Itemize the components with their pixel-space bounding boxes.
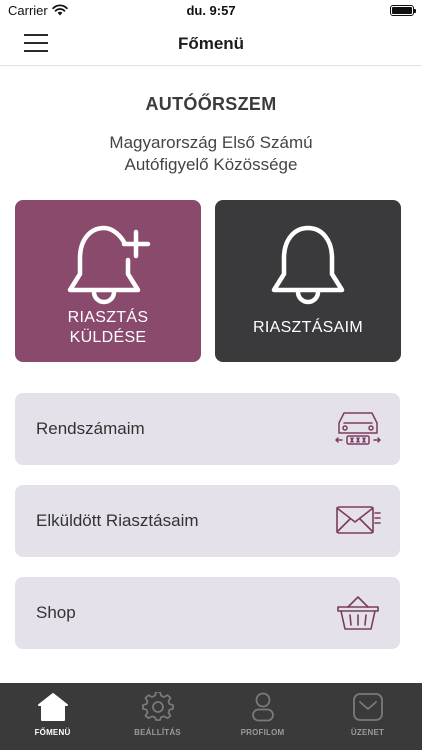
tab-home-label: FŐMENÜ [34, 728, 71, 737]
battery-icon [390, 5, 416, 16]
tab-profile[interactable]: PROFILOM [210, 683, 315, 750]
basket-icon [337, 596, 379, 630]
tab-home[interactable]: FŐMENÜ [0, 683, 105, 750]
app-tagline: Magyarország Első Számú Autófigyelő Közö… [60, 132, 362, 176]
bottom-tab-bar: FŐMENÜ BEÁLLÍTÁS PROFILOM ÜZENET [0, 683, 422, 750]
tab-profile-label: PROFILOM [240, 728, 285, 737]
page-title: Főmenü [177, 34, 245, 53]
car-plate-icon [335, 412, 381, 445]
status-bar: Carrier du. 9:57 [0, 0, 422, 22]
tab-settings-label: BEÁLLÍTÁS [134, 728, 181, 737]
tab-settings[interactable]: BEÁLLÍTÁS [105, 683, 210, 750]
menu-item-shop[interactable]: Shop [15, 577, 400, 649]
send-alarm-tile[interactable]: RIASZTÁS KÜLDÉSE [15, 200, 201, 362]
send-alarm-label-line-1: RIASZTÁS [67, 309, 149, 326]
menu-item-shop-label: Shop [36, 603, 76, 622]
user-icon [251, 692, 274, 722]
battery-level [392, 7, 412, 14]
gear-icon [141, 692, 174, 721]
envelope-icon [336, 506, 381, 534]
send-alarm-label-line-2: KÜLDÉSE [69, 329, 147, 346]
tagline-line-1: Magyarország Első Számú [109, 133, 313, 152]
home-icon [37, 693, 68, 721]
tagline-line-2: Autófigyelő Közössége [124, 155, 298, 174]
menu-item-sent-alarms[interactable]: Elküldött Riasztásaim [15, 485, 400, 557]
tab-messages-label: ÜZENET [350, 728, 385, 737]
navigation-bar: Főmenü [0, 22, 422, 66]
menu-item-plates[interactable]: Rendszámaim [15, 393, 400, 465]
status-time: du. 9:57 [186, 3, 236, 18]
my-alarms-tile[interactable]: RIASZTÁSAIM [215, 200, 401, 362]
menu-item-plates-label: Rendszámaim [36, 419, 145, 438]
my-alarms-label: RIASZTÁSAIM [253, 319, 363, 336]
send-alarm-label: RIASZTÁS KÜLDÉSE [15, 308, 201, 348]
bell-plus-icon [67, 225, 151, 305]
menu-item-sent-alarms-label: Elküldött Riasztásaim [36, 511, 199, 530]
tab-messages[interactable]: ÜZENET [315, 683, 420, 750]
bell-icon [271, 225, 345, 305]
message-icon [352, 693, 383, 721]
app-brand-name: AUTÓŐRSZEM [145, 94, 277, 114]
